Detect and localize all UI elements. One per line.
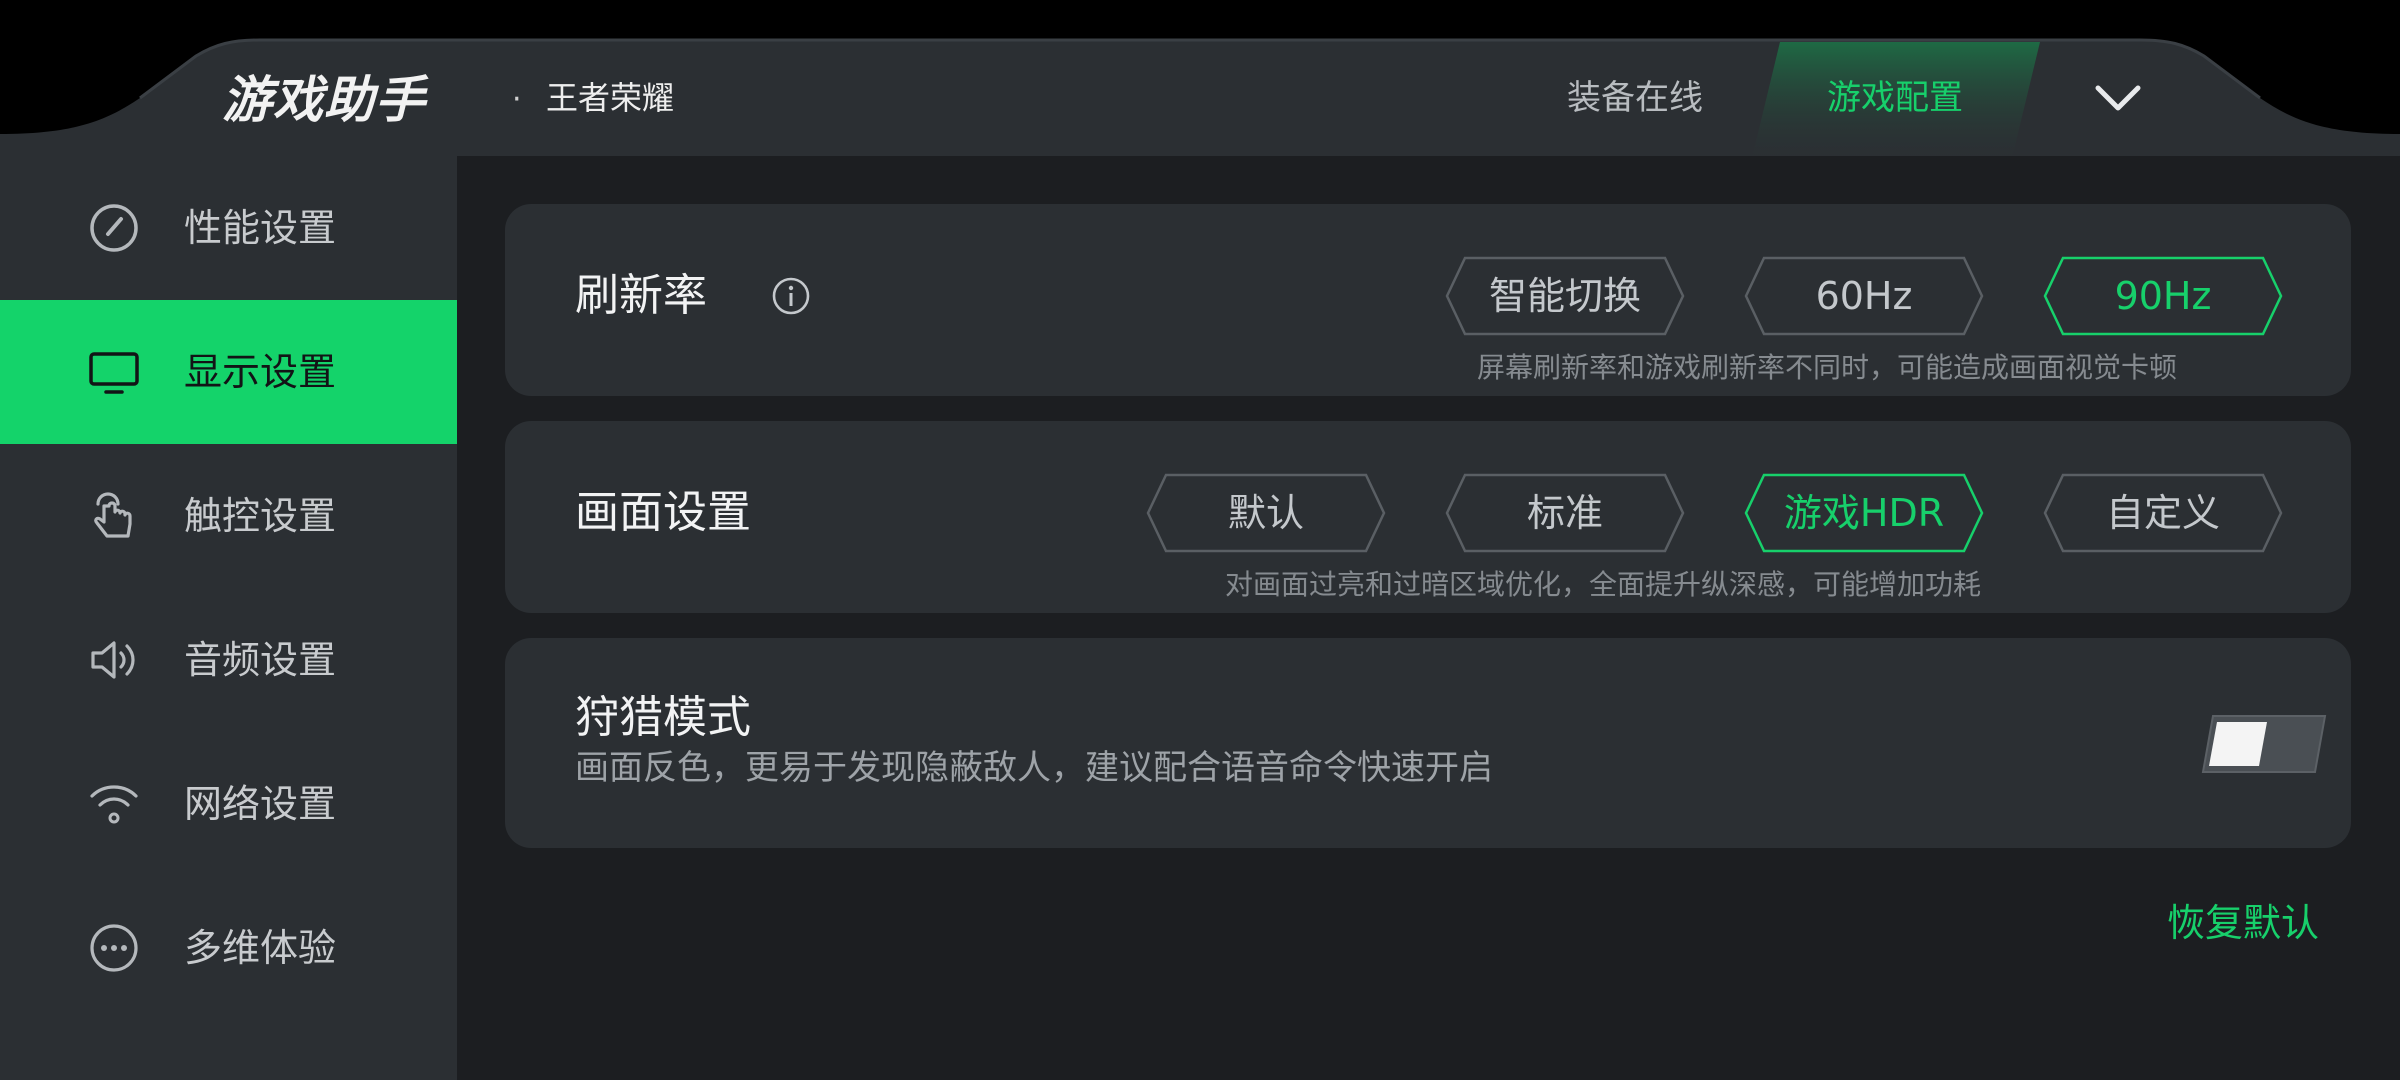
brand-separator: ·: [512, 82, 522, 117]
sidebar: 性能设置 显示设置 触控设置 音频设置 网络设置 多维体验: [0, 156, 457, 1080]
option-label: 90Hz: [2114, 274, 2212, 318]
sidebar-item-label: 触控设置: [184, 494, 337, 538]
refresh-rate-desc: 屏幕刷新率和游戏刷新率不同时，可能造成画面视觉卡顿: [1477, 351, 2178, 384]
sidebar-item-touch[interactable]: 触控设置: [0, 444, 457, 588]
monitor-icon: [89, 352, 139, 394]
restore-default-button[interactable]: 恢复默认: [2167, 898, 2319, 948]
wifi-icon: [90, 785, 138, 824]
main-content: 刷新率 智能切换 60Hz 90Hz 屏幕刷新率和游戏刷新率不同时，可能造成画面…: [457, 156, 2400, 1080]
tab-game-config[interactable]: 游戏配置: [1780, 66, 2010, 130]
option-label: 游戏HDR: [1783, 491, 1945, 535]
tab-equipment-online[interactable]: 装备在线: [1540, 66, 1730, 130]
picture-settings-card: 画面设置 默认 标准 游戏HDR 自定义 对画面过亮和过暗区域优化，全面提升纵深…: [505, 421, 2351, 613]
option-label: 默认: [1227, 491, 1304, 535]
chevron-down-icon[interactable]: [2090, 70, 2146, 126]
option-label: 标准: [1526, 491, 1603, 535]
touch-hand-icon: [94, 492, 132, 538]
option-label: 智能切换: [1488, 274, 1641, 318]
sidebar-item-label: 网络设置: [184, 782, 337, 826]
picture-settings-desc: 对画面过亮和过暗区域优化，全面提升纵深感，可能增加功耗: [1225, 568, 1982, 601]
refresh-option-smart[interactable]: 智能切换: [1445, 256, 1685, 336]
speaker-icon: [91, 641, 135, 679]
hunting-mode-title: 狩猎模式: [575, 692, 751, 743]
info-icon[interactable]: [771, 276, 811, 316]
sidebar-item-label: 音频设置: [184, 638, 337, 682]
sidebar-item-performance[interactable]: 性能设置: [0, 156, 457, 300]
sidebar-item-label: 性能设置: [184, 206, 337, 250]
hunting-mode-toggle[interactable]: [2201, 714, 2327, 774]
sidebar-item-multi-experience[interactable]: 多维体验: [0, 876, 457, 1020]
hunting-mode-desc: 画面反色，更易于发现隐蔽敌人，建议配合语音命令快速开启: [575, 748, 1493, 788]
sidebar-item-audio[interactable]: 音频设置: [0, 588, 457, 732]
refresh-rate-title: 刷新率: [575, 270, 707, 321]
picture-settings-title: 画面设置: [575, 487, 751, 538]
option-label: 60Hz: [1815, 274, 1913, 318]
hunting-mode-card: 狩猎模式 画面反色，更易于发现隐蔽敌人，建议配合语音命令快速开启: [505, 638, 2351, 848]
picture-option-game-hdr[interactable]: 游戏HDR: [1744, 473, 1984, 553]
picture-option-standard[interactable]: 标准: [1445, 473, 1685, 553]
picture-option-default[interactable]: 默认: [1146, 473, 1386, 553]
option-label: 自定义: [2105, 491, 2220, 535]
speedometer-icon: [90, 204, 138, 252]
sidebar-item-label: 显示设置: [184, 350, 337, 394]
game-name: 王者荣耀: [546, 79, 675, 117]
sidebar-item-network[interactable]: 网络设置: [0, 732, 457, 876]
sidebar-item-label: 多维体验: [184, 926, 337, 970]
sidebar-item-display[interactable]: 显示设置: [0, 300, 457, 444]
refresh-option-90hz[interactable]: 90Hz: [2043, 256, 2283, 336]
brand-logo: 游戏助手: [222, 71, 426, 129]
picture-option-custom[interactable]: 自定义: [2043, 473, 2283, 553]
more-dots-icon: [90, 924, 138, 972]
refresh-rate-card: 刷新率 智能切换 60Hz 90Hz 屏幕刷新率和游戏刷新率不同时，可能造成画面…: [505, 204, 2351, 396]
refresh-option-60hz[interactable]: 60Hz: [1744, 256, 1984, 336]
